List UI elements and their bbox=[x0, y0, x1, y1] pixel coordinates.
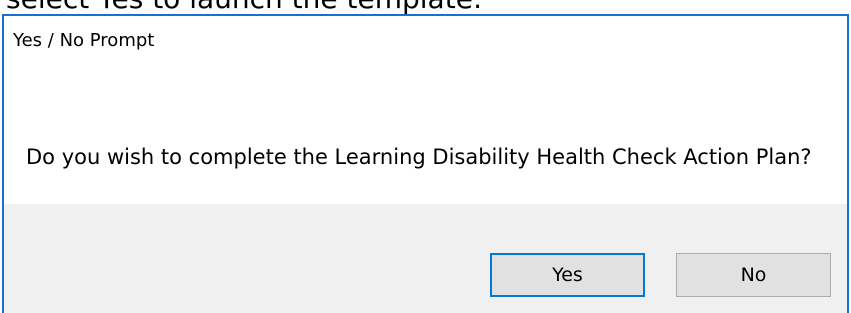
dialog-message: Do you wish to complete the Learning Dis… bbox=[26, 145, 812, 169]
dialog-button-bar: Yes No bbox=[4, 204, 847, 313]
instruction-caption: select Yes to launch the template: bbox=[6, 0, 482, 14]
dialog-title: Yes / No Prompt bbox=[13, 30, 155, 51]
screenshot-page: select Yes to launch the template: Yes /… bbox=[0, 0, 851, 313]
no-button[interactable]: No bbox=[676, 253, 831, 297]
yes-button[interactable]: Yes bbox=[490, 253, 645, 297]
yes-no-dialog: Yes / No Prompt Do you wish to complete … bbox=[2, 14, 849, 313]
